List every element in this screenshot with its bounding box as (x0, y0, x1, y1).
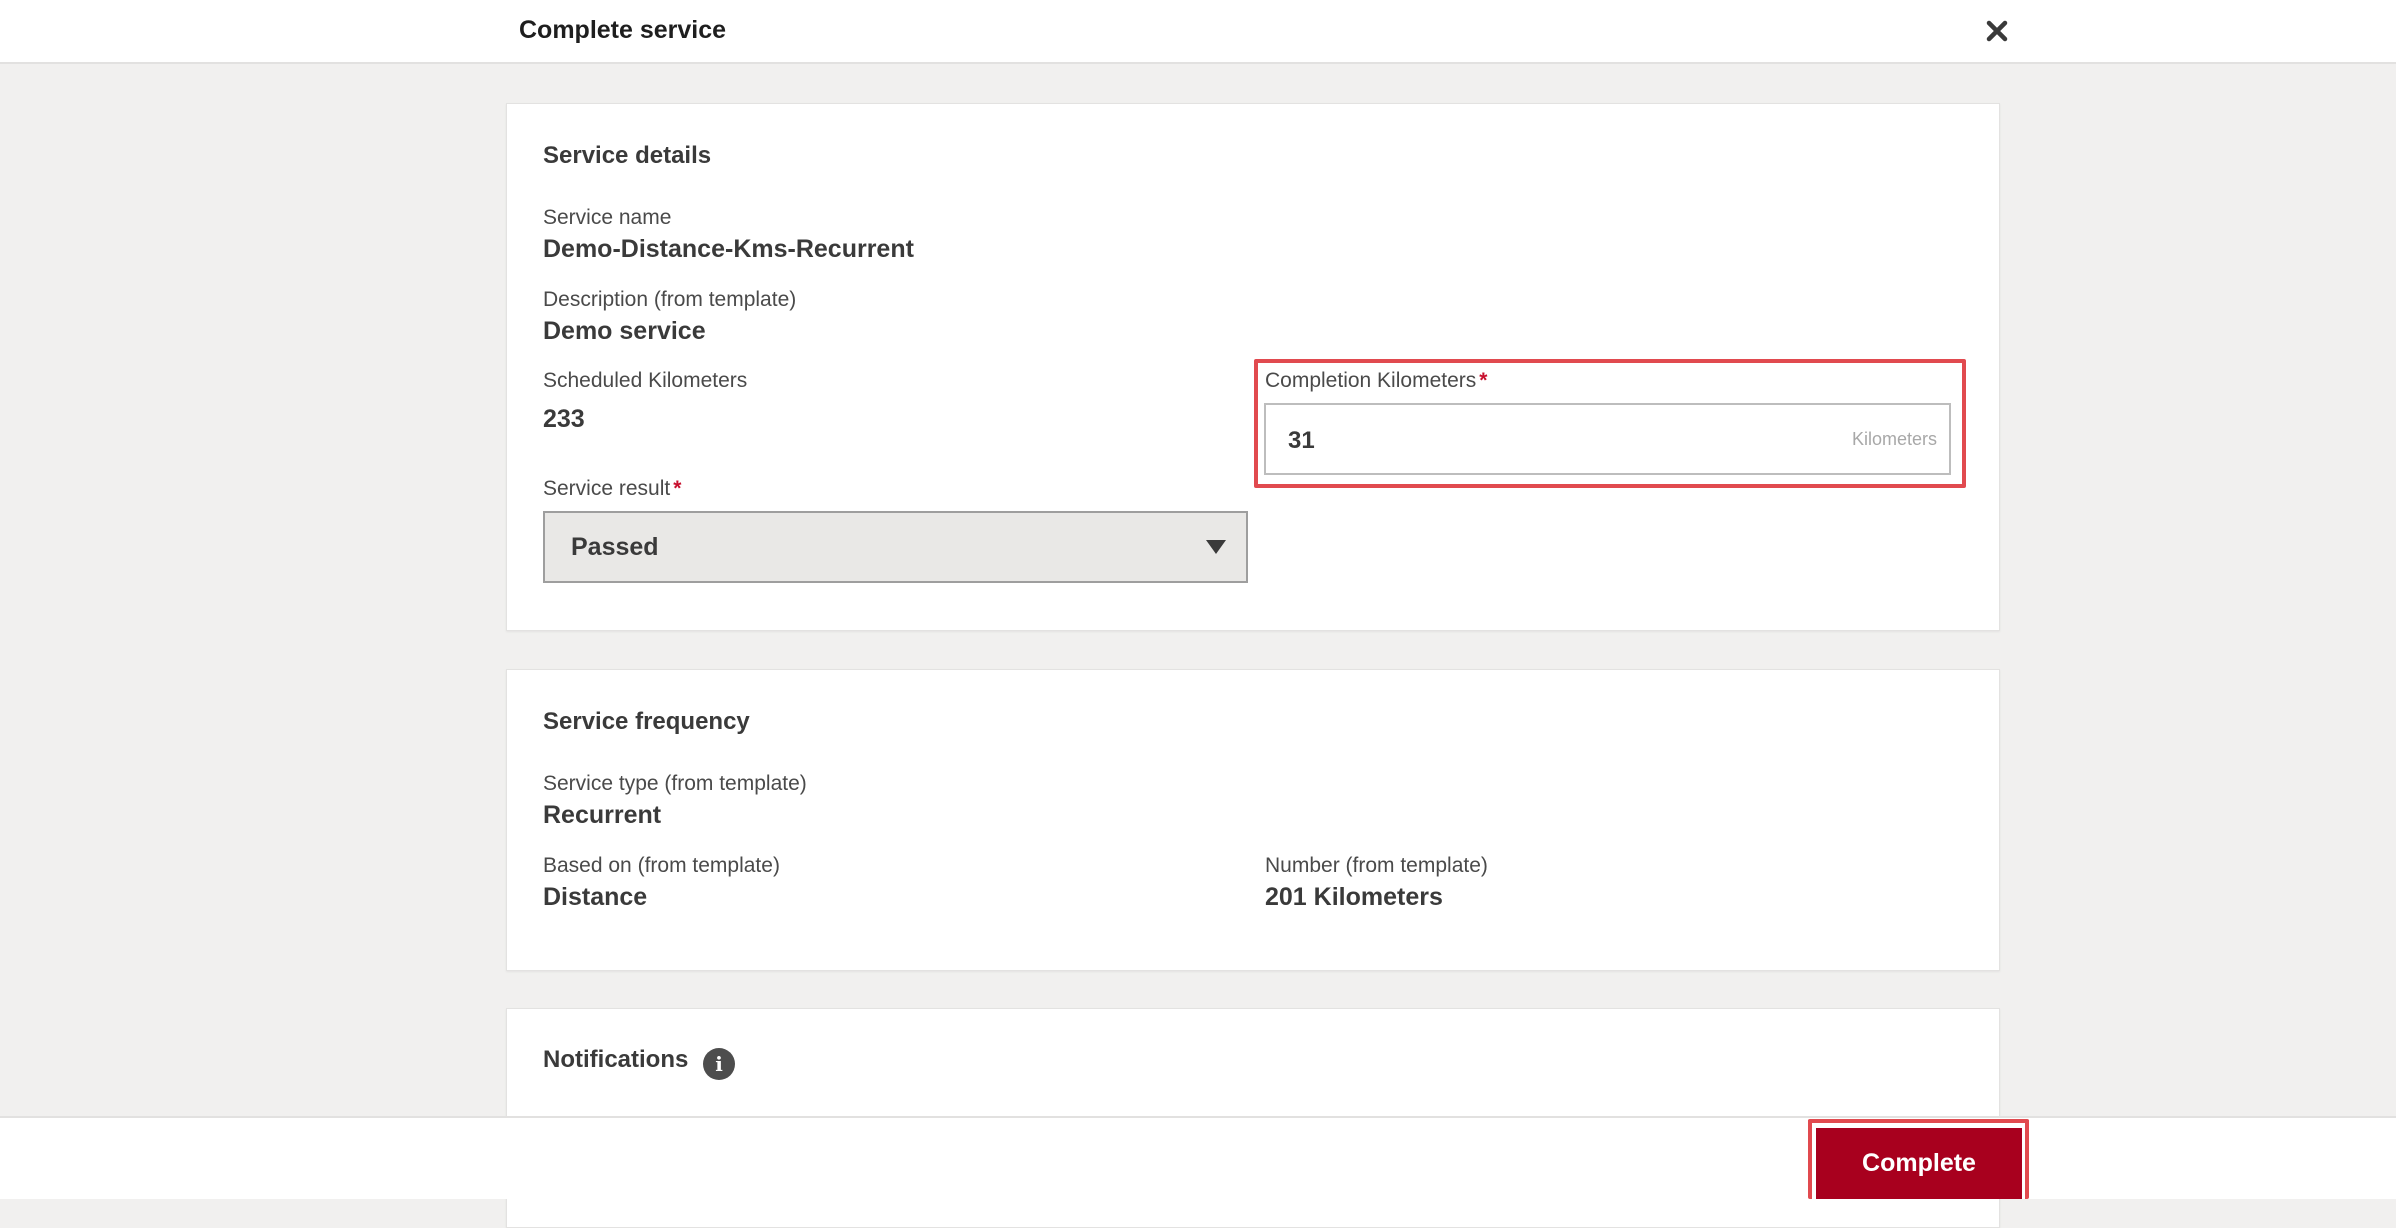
description-value: Demo service (543, 317, 706, 345)
completion-km-input-value: 31 (1288, 427, 1315, 454)
completion-km-label-text: Completion Kilometers (1265, 369, 1477, 392)
scheduled-km-label: Scheduled Kilometers (543, 369, 748, 392)
based-on-label: Based on (from template) (543, 854, 780, 877)
chevron-down-icon (1206, 540, 1226, 554)
scheduled-km-value: 233 (543, 405, 585, 433)
completion-km-label: Completion Kilometers * (1265, 369, 1487, 393)
close-icon (1986, 20, 2008, 42)
number-label: Number (from template) (1265, 854, 1488, 877)
number-value: 201 Kilometers (1265, 883, 1443, 911)
service-frequency-card: Service frequency Service type (from tem… (506, 669, 2000, 971)
service-details-card: Service details Service name Demo-Distan… (506, 103, 2000, 631)
based-on-value: Distance (543, 883, 648, 911)
service-result-value: Passed (571, 533, 659, 561)
service-result-select[interactable]: Passed (543, 511, 1248, 583)
completion-km-unit: Kilometers (1851, 429, 1937, 449)
service-details-heading: Service details (543, 142, 712, 169)
description-label: Description (from template) (543, 288, 797, 311)
service-name-label: Service name (543, 206, 672, 229)
dialog-footer (0, 1116, 2396, 1199)
service-frequency-heading: Service frequency (543, 708, 750, 735)
dialog-header: Complete service (0, 0, 2396, 64)
service-result-label-text: Service result (543, 477, 671, 500)
complete-button[interactable]: Complete (1816, 1128, 2022, 1199)
service-type-label: Service type (from template) (543, 772, 807, 795)
dialog-title: Complete service (519, 16, 727, 44)
service-type-value: Recurrent (543, 801, 662, 829)
close-button[interactable] (1980, 14, 2014, 48)
completion-km-input[interactable]: 31 Kilometers (1264, 403, 1951, 475)
service-name-value: Demo-Distance-Kms-Recurrent (543, 235, 914, 263)
info-icon[interactable]: i (703, 1048, 735, 1080)
notifications-heading: Notifications (543, 1046, 689, 1073)
required-marker: * (1479, 369, 1488, 392)
required-marker: * (673, 477, 682, 500)
service-result-label: Service result * (543, 477, 681, 501)
